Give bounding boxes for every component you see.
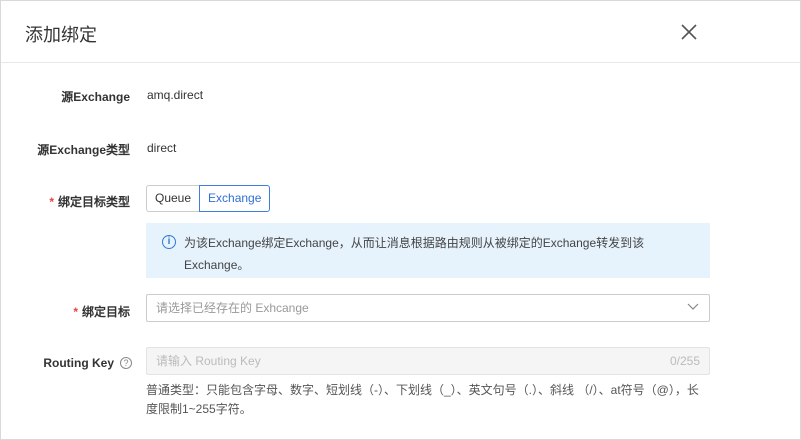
char-counter: 0/255 — [669, 354, 700, 368]
chevron-down-icon — [687, 303, 699, 310]
target-type-label: * 绑定目标类型 — [49, 193, 130, 210]
dialog-title: 添加绑定 — [25, 25, 97, 45]
required-mark: * — [73, 305, 78, 319]
routing-key-input[interactable]: 请输入 Routing Key 0/255 — [146, 347, 710, 375]
target-label: * 绑定目标 — [73, 303, 130, 320]
info-banner: i 为该Exchange绑定Exchange，从而让消息根据路由规则从被绑定的E… — [146, 223, 710, 278]
dialog-header: 添加绑定 — [1, 1, 800, 63]
target-type-toggle: Queue Exchange — [146, 185, 271, 212]
source-type-value: direct — [147, 141, 177, 155]
routing-key-label: Routing Key? — [43, 356, 132, 370]
target-type-label-text: 绑定目标类型 — [57, 195, 130, 209]
source-exchange-label: 源Exchange — [61, 90, 130, 104]
target-select[interactable]: 请选择已经存在的 Exhcange — [146, 294, 710, 322]
help-icon[interactable]: ? — [120, 357, 132, 369]
source-type-label: 源Exchange类型 — [37, 143, 130, 157]
info-text: 为该Exchange绑定Exchange，从而让消息根据路由规则从被绑定的Exc… — [184, 236, 645, 272]
routing-key-placeholder: 请输入 Routing Key — [156, 354, 261, 368]
option-queue[interactable]: Queue — [146, 185, 200, 212]
target-label-text: 绑定目标 — [81, 305, 130, 319]
required-mark: * — [49, 195, 54, 209]
routing-key-label-text: Routing Key — [43, 356, 114, 370]
option-exchange[interactable]: Exchange — [199, 185, 271, 212]
close-icon[interactable] — [679, 22, 699, 42]
target-select-placeholder: 请选择已经存在的 Exhcange — [156, 301, 309, 315]
add-binding-dialog: 添加绑定 源Exchange amq.direct 源Exchange类型 di… — [0, 0, 801, 440]
source-exchange-value: amq.direct — [147, 88, 204, 102]
routing-key-help: 普通类型：只能包含字母、数字、短划线（-）、下划线（_）、英文句号（.）、斜线 … — [146, 383, 699, 416]
info-icon: i — [162, 235, 176, 249]
